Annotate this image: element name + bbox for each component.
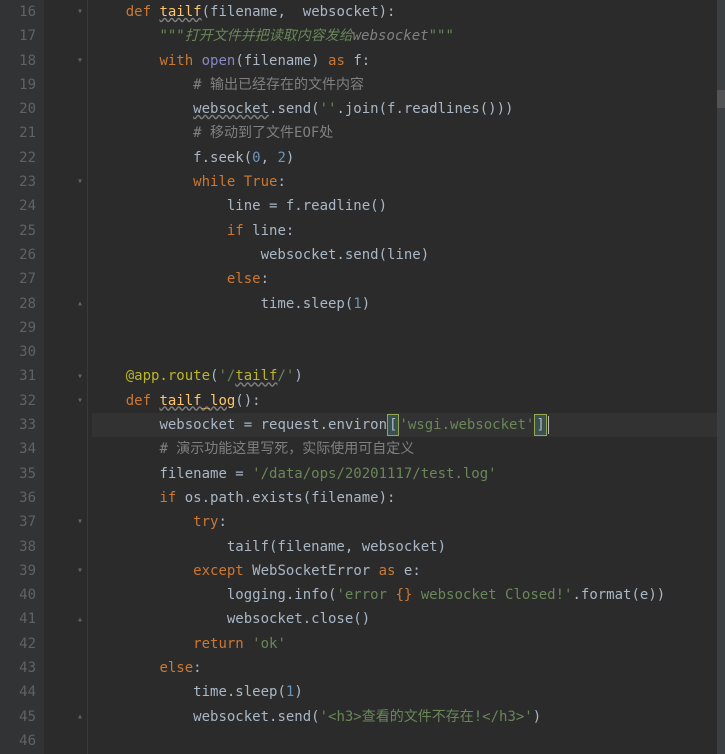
line-number: 28 <box>0 292 36 316</box>
line-number: 36 <box>0 486 36 510</box>
line-number: 26 <box>0 243 36 267</box>
code-line[interactable]: if line: <box>92 219 725 243</box>
line-number: 31 <box>0 364 36 388</box>
code-line[interactable]: with open(filename) as f: <box>92 49 725 73</box>
line-number: 38 <box>0 535 36 559</box>
fold-toggle-icon[interactable]: ▴ <box>74 614 86 626</box>
fold-toggle-icon[interactable]: ▴ <box>74 298 86 310</box>
line-number: 25 <box>0 219 36 243</box>
fold-toggle-icon[interactable]: ▾ <box>74 565 86 577</box>
fold-column[interactable]: ▾ ▾ ▾ ▴ ▾ ▾ ▾ ▾ ▴ ▴ <box>44 0 88 754</box>
line-number: 44 <box>0 680 36 704</box>
fold-toggle-icon[interactable]: ▾ <box>74 516 86 528</box>
fold-toggle-icon[interactable]: ▴ <box>74 711 86 723</box>
line-number: 42 <box>0 632 36 656</box>
line-number: 40 <box>0 583 36 607</box>
text-caret <box>548 416 549 434</box>
line-number: 37 <box>0 510 36 534</box>
line-number: 35 <box>0 462 36 486</box>
line-number: 33 <box>0 413 36 437</box>
fold-toggle-icon[interactable]: ▾ <box>74 176 86 188</box>
line-number-gutter: 1617181920212223242526272829303132333435… <box>0 0 44 754</box>
code-line[interactable]: def tailf(filename, websocket): <box>92 0 725 24</box>
code-line[interactable] <box>92 729 725 753</box>
line-number: 29 <box>0 316 36 340</box>
line-number: 32 <box>0 389 36 413</box>
line-number: 23 <box>0 170 36 194</box>
code-editor[interactable]: 1617181920212223242526272829303132333435… <box>0 0 725 754</box>
line-number: 21 <box>0 121 36 145</box>
code-line[interactable]: filename = '/data/ops/20201117/test.log' <box>92 462 725 486</box>
code-line[interactable]: except WebSocketError as e: <box>92 559 725 583</box>
code-line[interactable]: else: <box>92 656 725 680</box>
code-line[interactable]: try: <box>92 510 725 534</box>
code-line[interactable] <box>92 316 725 340</box>
fold-toggle-icon[interactable]: ▾ <box>74 6 86 18</box>
code-line[interactable]: return 'ok' <box>92 632 725 656</box>
line-number: 46 <box>0 729 36 753</box>
fold-toggle-icon[interactable]: ▾ <box>74 371 86 383</box>
code-line[interactable]: """打开文件并把读取内容发给websocket""" <box>92 24 725 48</box>
code-line[interactable]: # 移动到了文件EOF处 <box>92 121 725 145</box>
line-number: 17 <box>0 24 36 48</box>
code-line[interactable]: @app.route('/tailf/') <box>92 364 725 388</box>
code-line[interactable]: # 输出已经存在的文件内容 <box>92 73 725 97</box>
code-line[interactable]: if os.path.exists(filename): <box>92 486 725 510</box>
minimap-thumb[interactable] <box>717 90 725 108</box>
line-number: 19 <box>0 73 36 97</box>
code-line[interactable]: websocket.close() <box>92 607 725 631</box>
code-line[interactable]: time.sleep(1) <box>92 680 725 704</box>
line-number: 45 <box>0 705 36 729</box>
code-line[interactable]: def tailf_log(): <box>92 389 725 413</box>
line-number: 16 <box>0 0 36 24</box>
code-line[interactable]: tailf(filename, websocket) <box>92 535 725 559</box>
line-number: 24 <box>0 194 36 218</box>
code-line[interactable]: time.sleep(1) <box>92 292 725 316</box>
fold-toggle-icon[interactable]: ▾ <box>74 395 86 407</box>
code-line[interactable]: line = f.readline() <box>92 194 725 218</box>
fold-toggle-icon[interactable]: ▾ <box>74 55 86 67</box>
code-line[interactable]: websocket.send('<h3>查看的文件不存在!</h3>') <box>92 705 725 729</box>
line-number: 22 <box>0 146 36 170</box>
code-line[interactable]: else: <box>92 267 725 291</box>
code-line[interactable]: while True: <box>92 170 725 194</box>
code-area[interactable]: def tailf(filename, websocket): """打开文件并… <box>88 0 725 754</box>
code-line[interactable]: f.seek(0, 2) <box>92 146 725 170</box>
code-line[interactable] <box>92 340 725 364</box>
line-number: 27 <box>0 267 36 291</box>
line-number: 43 <box>0 656 36 680</box>
code-line[interactable]: websocket.send(''.join(f.readlines())) <box>92 97 725 121</box>
code-line[interactable]: websocket = request.environ['wsgi.websoc… <box>92 413 725 437</box>
minimap-scrollbar[interactable] <box>717 0 725 754</box>
line-number: 41 <box>0 607 36 631</box>
line-number: 39 <box>0 559 36 583</box>
line-number: 34 <box>0 437 36 461</box>
code-line[interactable]: logging.info('error {} websocket Closed!… <box>92 583 725 607</box>
line-number: 18 <box>0 49 36 73</box>
line-number: 20 <box>0 97 36 121</box>
code-line[interactable]: # 演示功能这里写死，实际使用可自定义 <box>92 437 725 461</box>
line-number: 30 <box>0 340 36 364</box>
code-line[interactable]: websocket.send(line) <box>92 243 725 267</box>
